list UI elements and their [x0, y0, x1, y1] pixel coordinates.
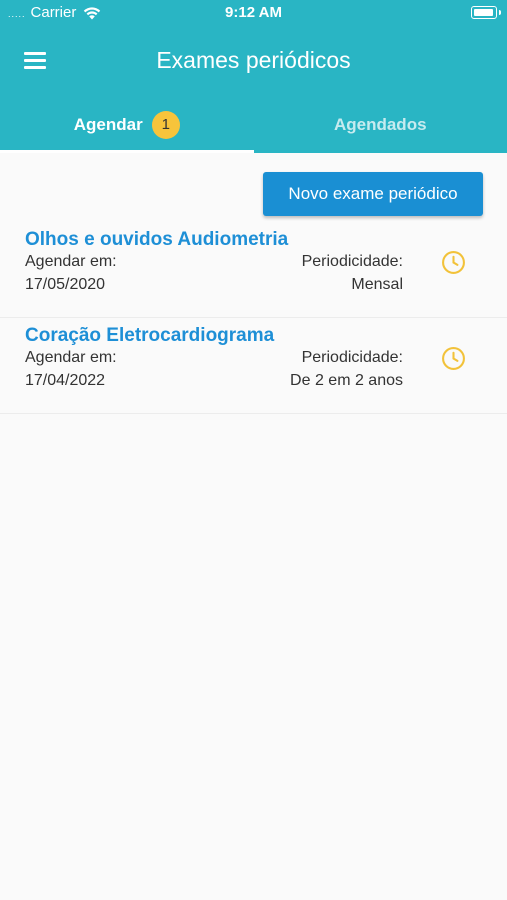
tab-active-indicator: [0, 150, 254, 153]
exam-list-item[interactable]: Olhos e ouvidos Audiometria Agendar em: …: [0, 222, 507, 318]
battery-icon: [471, 6, 501, 19]
new-exam-button[interactable]: Novo exame periódico: [263, 172, 483, 216]
exam-list-item[interactable]: Coração Eletrocardiograma Agendar em: 17…: [0, 318, 507, 414]
app-bar: Exames periódicos: [0, 34, 507, 86]
schedule-label: Agendar em:: [25, 349, 117, 366]
page-title: Exames periódicos: [156, 47, 351, 73]
schedule-date: 17/04/2022: [25, 372, 106, 389]
period-value: Mensal: [351, 276, 403, 293]
exam-title[interactable]: Olhos e ouvidos Audiometria: [25, 229, 288, 251]
clock-icon[interactable]: [441, 346, 466, 371]
header: ..... Carrier 9:12 AM Exames periódicos …: [0, 0, 507, 153]
period-label: Periodicidade:: [301, 253, 403, 270]
exam-list: Olhos e ouvidos Audiometria Agendar em: …: [0, 222, 507, 414]
tab-agendar[interactable]: Agendar 1: [0, 96, 254, 153]
period-value: De 2 em 2 anos: [290, 372, 403, 389]
tab-agendados-label: Agendados: [333, 114, 427, 134]
period-label: Periodicidade:: [301, 349, 403, 366]
count-badge: 1: [151, 110, 180, 139]
tab-bar: Agendar 1 Agendados: [0, 96, 507, 153]
tab-agendados[interactable]: Agendados: [254, 96, 507, 153]
status-time: 9:12 AM: [225, 4, 282, 21]
tab-agendar-label: Agendar: [73, 114, 143, 134]
clock-icon[interactable]: [441, 250, 466, 275]
exam-title[interactable]: Coração Eletrocardiograma: [25, 325, 274, 347]
schedule-date: 17/05/2020: [25, 276, 106, 293]
status-bar: ..... Carrier 9:12 AM: [0, 0, 507, 26]
schedule-label: Agendar em:: [25, 253, 117, 270]
